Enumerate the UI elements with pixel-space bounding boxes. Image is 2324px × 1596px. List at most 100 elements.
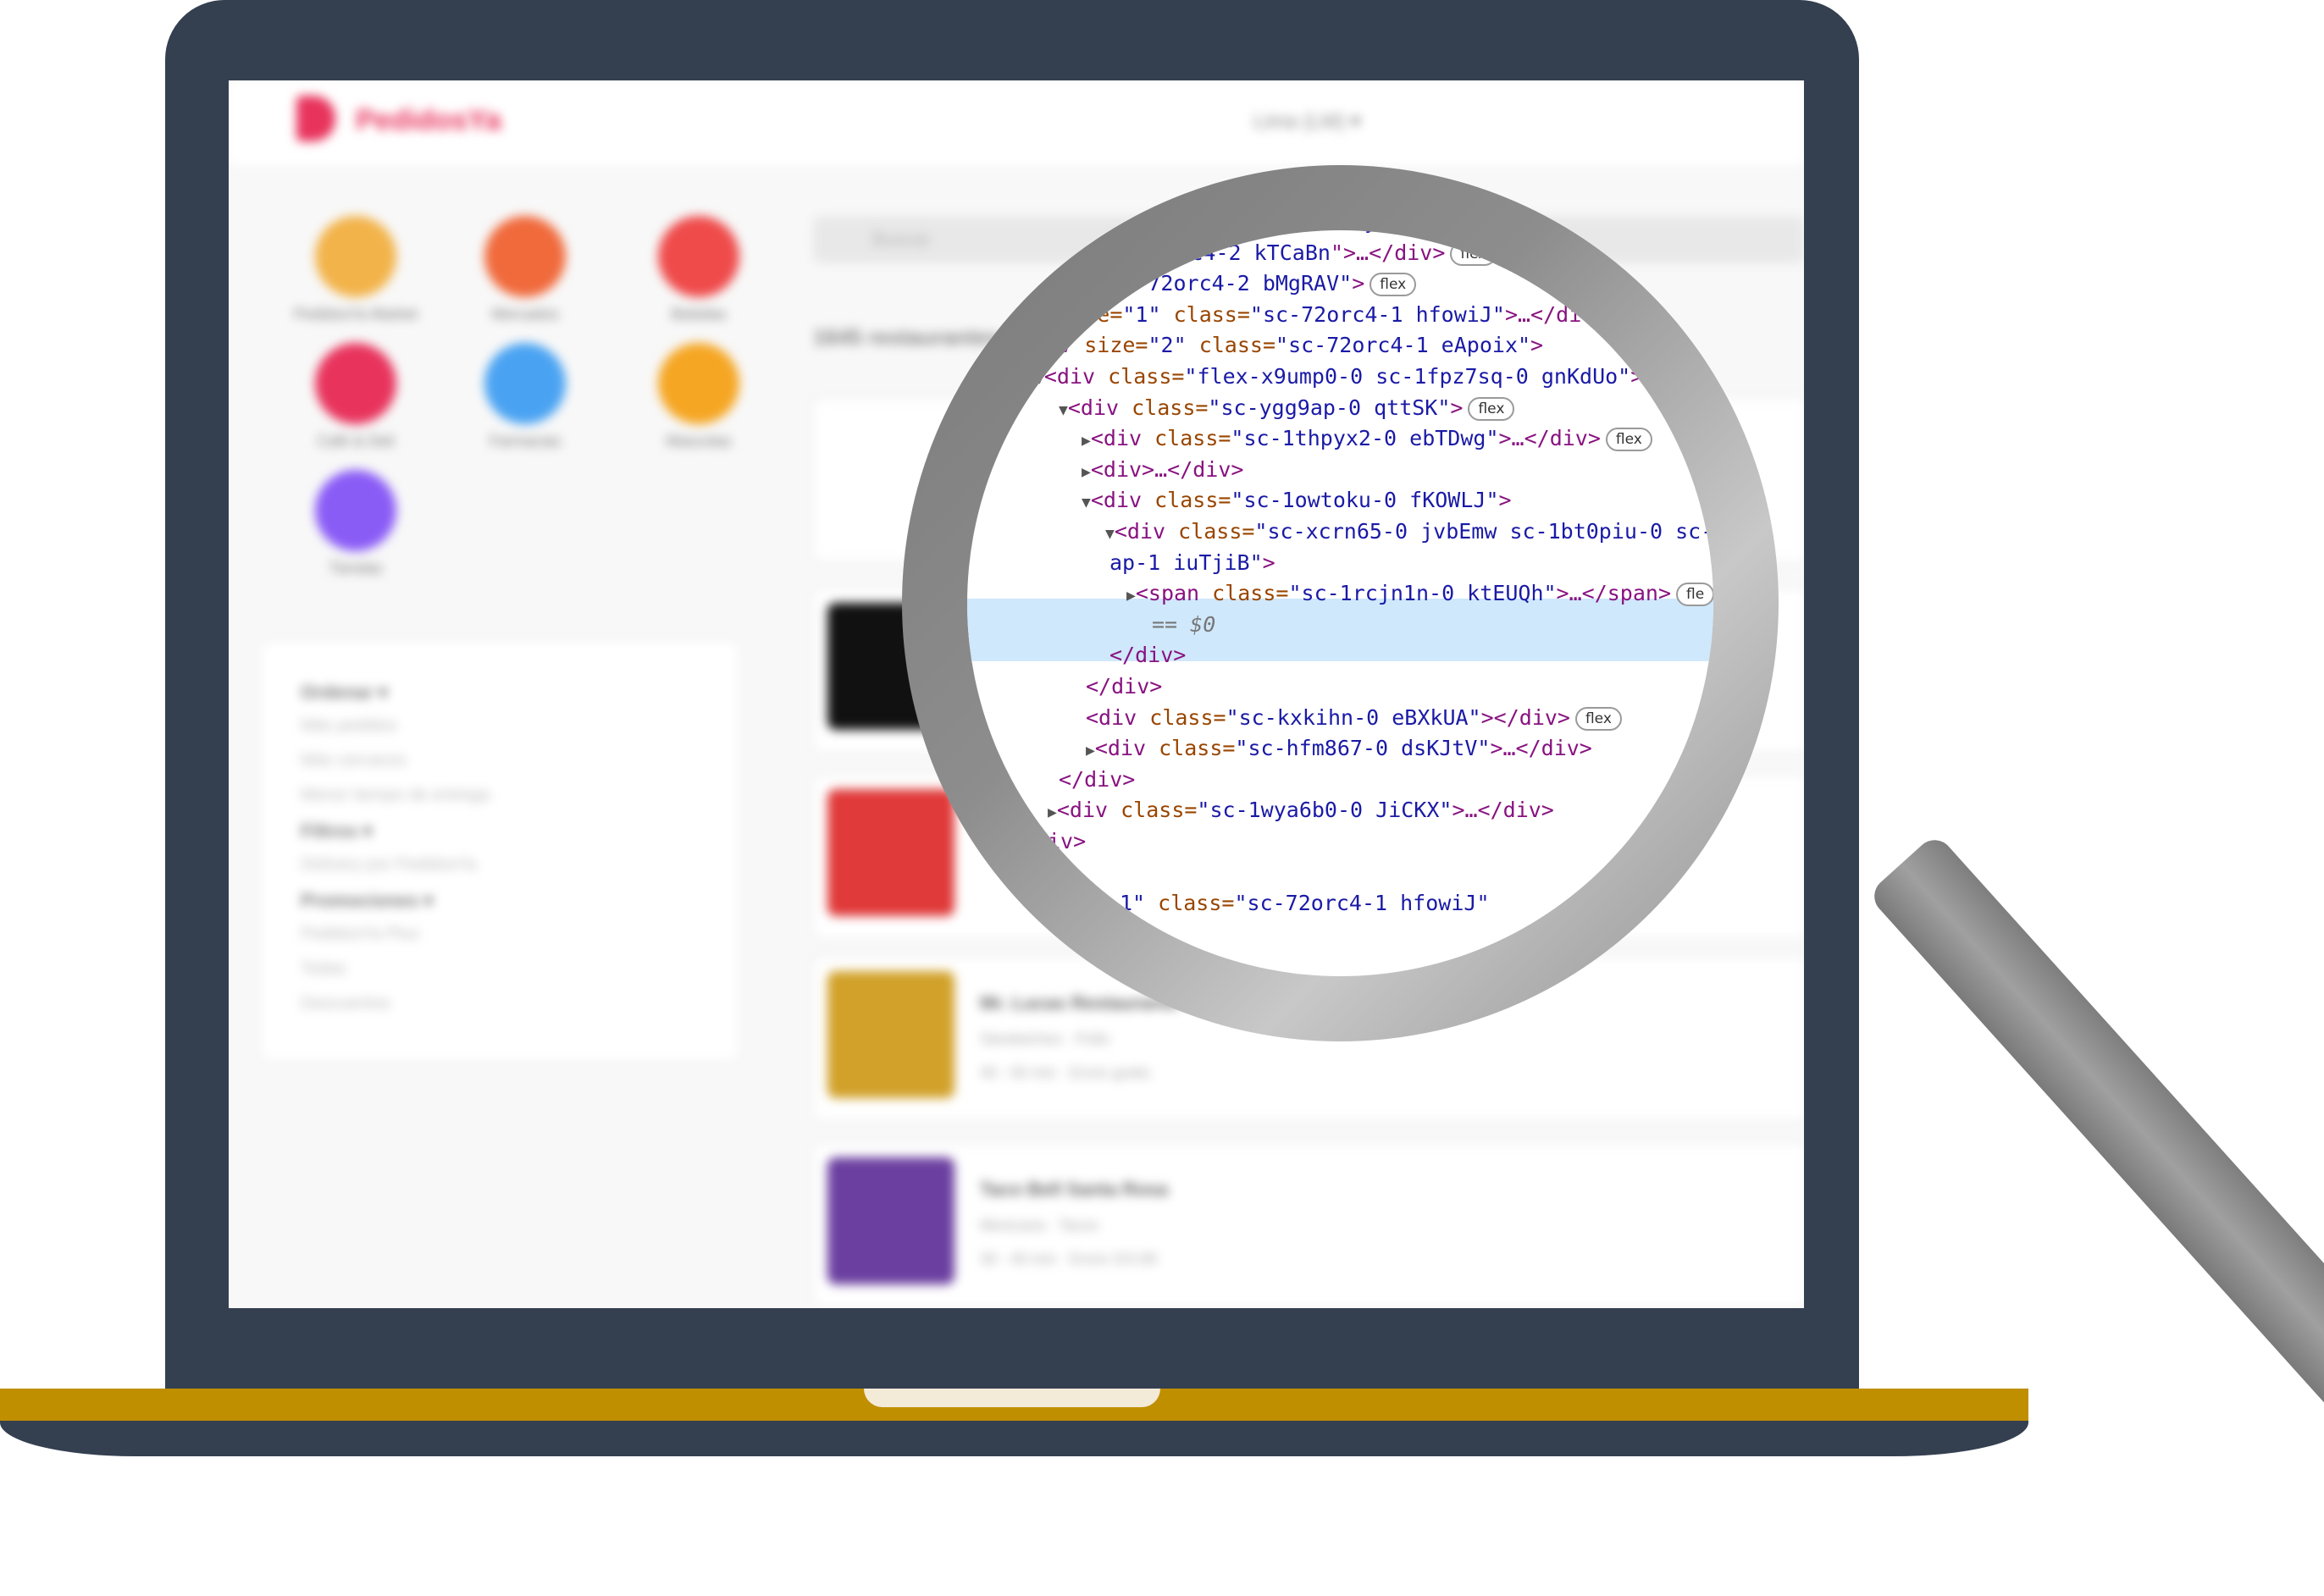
category-item[interactable]: Café & Deli <box>275 343 436 450</box>
expand-triangle-icon[interactable]: ▼ <box>1082 494 1091 511</box>
flex-badge[interactable]: flex <box>1468 396 1515 421</box>
flex-badge[interactable]: flex <box>1574 706 1622 731</box>
collapse-triangle-icon[interactable]: ▶ <box>1048 804 1057 821</box>
code-line[interactable]: <div class="sc-kxkihn-0 eBXkUA"></div> fl… <box>1086 703 1622 733</box>
code-token: ">…</div> <box>1330 240 1446 265</box>
code-token: "sc-1wya6b0-0 JiCKX" <box>1197 798 1452 823</box>
code-line[interactable]: div size="2" class="sc-72orc4-1 eApoix"> <box>1033 330 1543 361</box>
code-token: <div <box>1094 736 1159 761</box>
code-line[interactable]: rc4-0 sc-wgy0c4-0 dyv <box>1122 230 1390 237</box>
flex-badge[interactable]: flex <box>1450 241 1497 266</box>
code-token: > <box>1530 333 1544 358</box>
code-token: <span <box>1135 581 1213 606</box>
category-icon <box>315 216 396 297</box>
filter-group-heading[interactable]: Ordenar ▾ <box>301 682 388 704</box>
category-item[interactable]: Mercados <box>445 216 606 323</box>
code-line[interactable]: ▶<span class="sc-1rcjn1n-0 ktEUQh">…</sp… <box>1126 578 1713 609</box>
code-line[interactable]: sc-72orc4-2 kTCaBn">…</div> flex <box>1101 238 1497 268</box>
code-line[interactable]: ▼<div class="sc-1owtoku-0 fKOWLJ"> <box>1082 485 1512 516</box>
filter-group-heading[interactable]: Filtros ▾ <box>301 820 372 842</box>
code-token: <div <box>1090 488 1155 513</box>
filter-option[interactable]: Más pedidos <box>301 716 396 736</box>
filter-option[interactable]: Menor tiempo de entrega <box>301 786 490 805</box>
code-line[interactable]: 1" class="sc-72orc4-1 hfowiJ" <box>1120 888 1490 919</box>
code-token: class= <box>1212 581 1289 606</box>
city-selector[interactable]: Lima (LM) ▾ <box>1253 109 1361 134</box>
code-line[interactable]: </div> <box>1086 671 1162 702</box>
category-label: Farmacias <box>489 433 561 450</box>
code-token: "flex-x9ump0-0 sc-1fpz7sq-0 gnKdUo" <box>1184 364 1631 389</box>
filter-option[interactable]: Delivery por PedidosYa <box>301 855 477 875</box>
code-token: == $0 <box>1152 611 1216 637</box>
category-item[interactable]: Bebidas <box>618 216 779 323</box>
code-line[interactable]: </div> <box>1109 640 1186 671</box>
code-line[interactable]: ▶<div class="sc-1wya6b0-0 JiCKX">…</div> <box>1048 795 1554 826</box>
filters-panel: Ordenar ▾ Más pedidos Más cercanos Menor ti… <box>263 643 737 1058</box>
code-line[interactable]: ▼<div class="flex-x9ump0-0 sc-1fpz7sq-0 … <box>1035 362 1643 392</box>
filter-option[interactable]: Más cercanos <box>301 751 407 770</box>
filter-option[interactable]: PedidosYa Plus <box>301 925 419 944</box>
code-token: > <box>1262 549 1275 575</box>
flex-badge[interactable]: flex <box>1370 273 1417 297</box>
code-token: size= <box>1084 333 1148 358</box>
code-token: class= <box>1173 301 1250 327</box>
collapse-triangle-icon[interactable]: ▶ <box>1086 742 1095 759</box>
code-line[interactable]: ▶<div class="sc-hfm867-0 dsKJtV">…</div> <box>1086 733 1592 764</box>
category-label: Bebidas <box>671 306 727 323</box>
category-item[interactable]: PedidosYa Market <box>275 216 436 323</box>
category-icon <box>484 343 566 424</box>
expand-triangle-icon[interactable]: ▼ <box>1059 401 1068 419</box>
code-line[interactable]: == $0 <box>1152 610 1215 640</box>
code-token: >…</span> <box>1556 581 1672 606</box>
category-label: Mercados <box>491 306 559 323</box>
code-token: class= <box>1132 395 1209 420</box>
code-token: "sc-xcrn65-0 jvbEmw sc-1bt0piu-0 sc-y <box>1254 519 1713 544</box>
category-item[interactable]: Tiendas <box>275 470 436 577</box>
code-line[interactable]: iv> <box>1048 826 1086 857</box>
filter-option[interactable]: Todas <box>301 959 346 979</box>
code-token: "sc-ygg9ap-0 qttSK" <box>1208 395 1451 420</box>
code-line[interactable]: ▶<div class="sc-1thpyx2-0 ebTDwg">…</div… <box>1082 423 1652 454</box>
code-token: <div <box>1043 364 1109 389</box>
filter-group-heading[interactable]: Promociones ▾ <box>301 890 434 912</box>
code-line[interactable]: ap-1 iuTjiB"> <box>1109 548 1275 578</box>
flex-badge[interactable]: fle <box>1676 583 1713 607</box>
category-icon <box>315 470 396 551</box>
collapse-triangle-icon[interactable]: ▶ <box>1082 432 1091 450</box>
code-token: v <box>1033 301 1060 327</box>
code-token: </div> <box>1059 766 1136 792</box>
code-token: > <box>1630 364 1644 389</box>
code-token: "sc-72orc4-1 hfowiJ" <box>1249 301 1505 327</box>
collapse-triangle-icon[interactable]: ▶ <box>1082 463 1091 481</box>
flex-badge[interactable]: flex <box>1605 428 1652 452</box>
code-token: >…</div <box>1504 301 1595 327</box>
code-line[interactable]: v size="1" class="sc-72orc4-1 hfowiJ">…<… <box>1033 300 1594 330</box>
code-token: <div <box>1056 798 1121 823</box>
code-token: class= <box>1108 364 1185 389</box>
expand-triangle-icon[interactable]: ▼ <box>1105 525 1115 543</box>
code-token: class= <box>1159 736 1236 761</box>
code-token: sc-72orc4-2 kTCaBn <box>1101 240 1331 265</box>
magnifier-handle <box>1867 832 2324 1417</box>
expand-triangle-icon[interactable]: ▼ <box>1035 370 1044 388</box>
code-token: "sc-1owtoku-0 fKOWLJ" <box>1231 488 1499 513</box>
category-icon <box>658 216 739 297</box>
code-line[interactable]: ▼<div class="sc-ygg9ap-0 qttSK"> flex <box>1059 393 1515 423</box>
filter-option[interactable]: Descuentos <box>301 994 390 1013</box>
brand-logo-text[interactable]: PedidosYa <box>356 104 501 137</box>
restaurant-logo <box>827 1157 955 1284</box>
code-token: class= <box>1120 798 1198 823</box>
code-token: "sc-1rcjn1n-0 ktEUQh" <box>1288 581 1557 606</box>
code-line[interactable]: ▶<div>…</div> <box>1082 455 1243 485</box>
category-item[interactable]: Mascotas <box>618 343 779 450</box>
code-line[interactable]: ss="sc-72orc4-2 bMgRAV"> flex <box>1059 268 1417 299</box>
category-label: Mascotas <box>666 433 732 450</box>
code-token: <div <box>1086 704 1150 730</box>
code-line[interactable]: </div> <box>1059 765 1135 795</box>
code-line[interactable]: ▼<div class="sc-xcrn65-0 jvbEmw sc-1bt0p… <box>1105 516 1713 547</box>
code-token: class= <box>1158 891 1235 916</box>
collapse-triangle-icon[interactable]: ▶ <box>1126 587 1136 605</box>
category-item[interactable]: Farmacias <box>445 343 606 450</box>
code-token: > <box>1352 271 1365 296</box>
restaurant-card[interactable]: Taco Bell Santa Rosa Mexicana · Tacos 30 -… <box>813 1143 1804 1307</box>
